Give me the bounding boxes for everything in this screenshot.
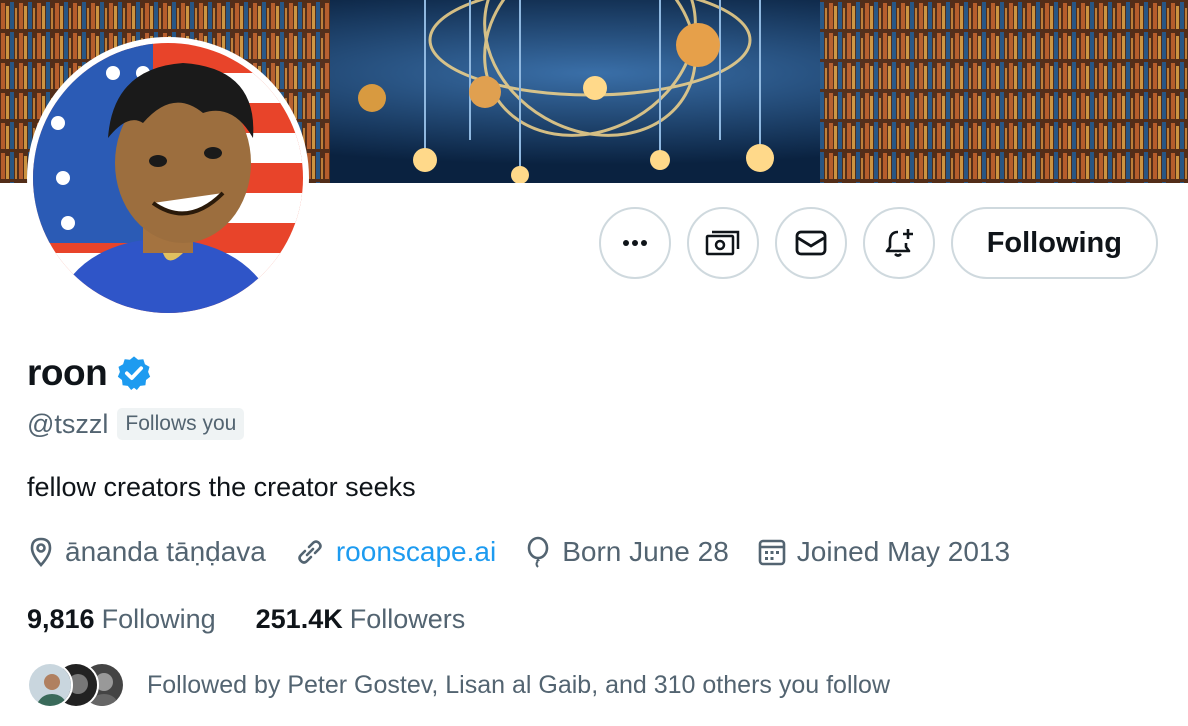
website: roonscape.ai (294, 536, 496, 568)
link-icon (298, 540, 322, 564)
website-link[interactable]: roonscape.ai (336, 536, 496, 568)
profile-actions: Following (598, 207, 1158, 279)
profile-bio: fellow creators the creator seeks (27, 472, 416, 502)
mutual-avatars (27, 662, 127, 708)
balloon-icon (527, 536, 549, 568)
calendar-icon (758, 539, 786, 566)
following-label: Following (101, 604, 216, 634)
user-handle: @tszzl (27, 408, 109, 439)
followers-label: Followers (349, 604, 466, 634)
location-pin-icon (30, 537, 52, 567)
location: ānanda tāṇḍava (27, 536, 266, 568)
envelope-icon (795, 230, 827, 256)
followed-by-text: Followed by Peter Gostev, Lisan al Gaib,… (147, 670, 891, 699)
money-icon (705, 230, 739, 256)
followers-stat[interactable]: 251.4K Followers (256, 604, 466, 635)
bell-plus-icon (885, 229, 913, 257)
subscribe-button[interactable] (686, 207, 759, 279)
follow-stats: 9,816 Following 251.4K Followers (27, 604, 505, 635)
join-date: Joined May 2013 (757, 536, 1010, 568)
birthday: Born June 28 (524, 536, 729, 568)
follows-you-badge: Follows you (117, 408, 245, 440)
profile-avatar[interactable] (27, 37, 309, 319)
verified-badge-icon[interactable] (115, 354, 153, 392)
followers-count: 251.4K (255, 604, 343, 634)
name-row: roon (27, 352, 153, 394)
message-button[interactable] (774, 207, 847, 279)
more-button[interactable] (598, 207, 671, 279)
location-text: ānanda tāṇḍava (65, 536, 266, 567)
followed-by[interactable]: Followed by Peter Gostev, Lisan al Gaib,… (27, 662, 890, 708)
joined-text: Joined May 2013 (796, 536, 1011, 567)
mutual-avatar (27, 662, 73, 708)
handle-row: @tszzl Follows you (27, 408, 245, 440)
notify-button[interactable] (862, 207, 935, 279)
birthday-text: Born June 28 (562, 536, 729, 567)
following-count: 9,816 (27, 604, 95, 634)
display-name: roon (27, 352, 108, 393)
profile-meta: ānanda tāṇḍava roonscape.ai Born June 28… (27, 536, 1038, 568)
following-stat[interactable]: 9,816 Following (27, 604, 216, 635)
avatar-image (33, 43, 303, 313)
more-icon (622, 240, 647, 246)
following-button[interactable]: Following (950, 207, 1158, 279)
